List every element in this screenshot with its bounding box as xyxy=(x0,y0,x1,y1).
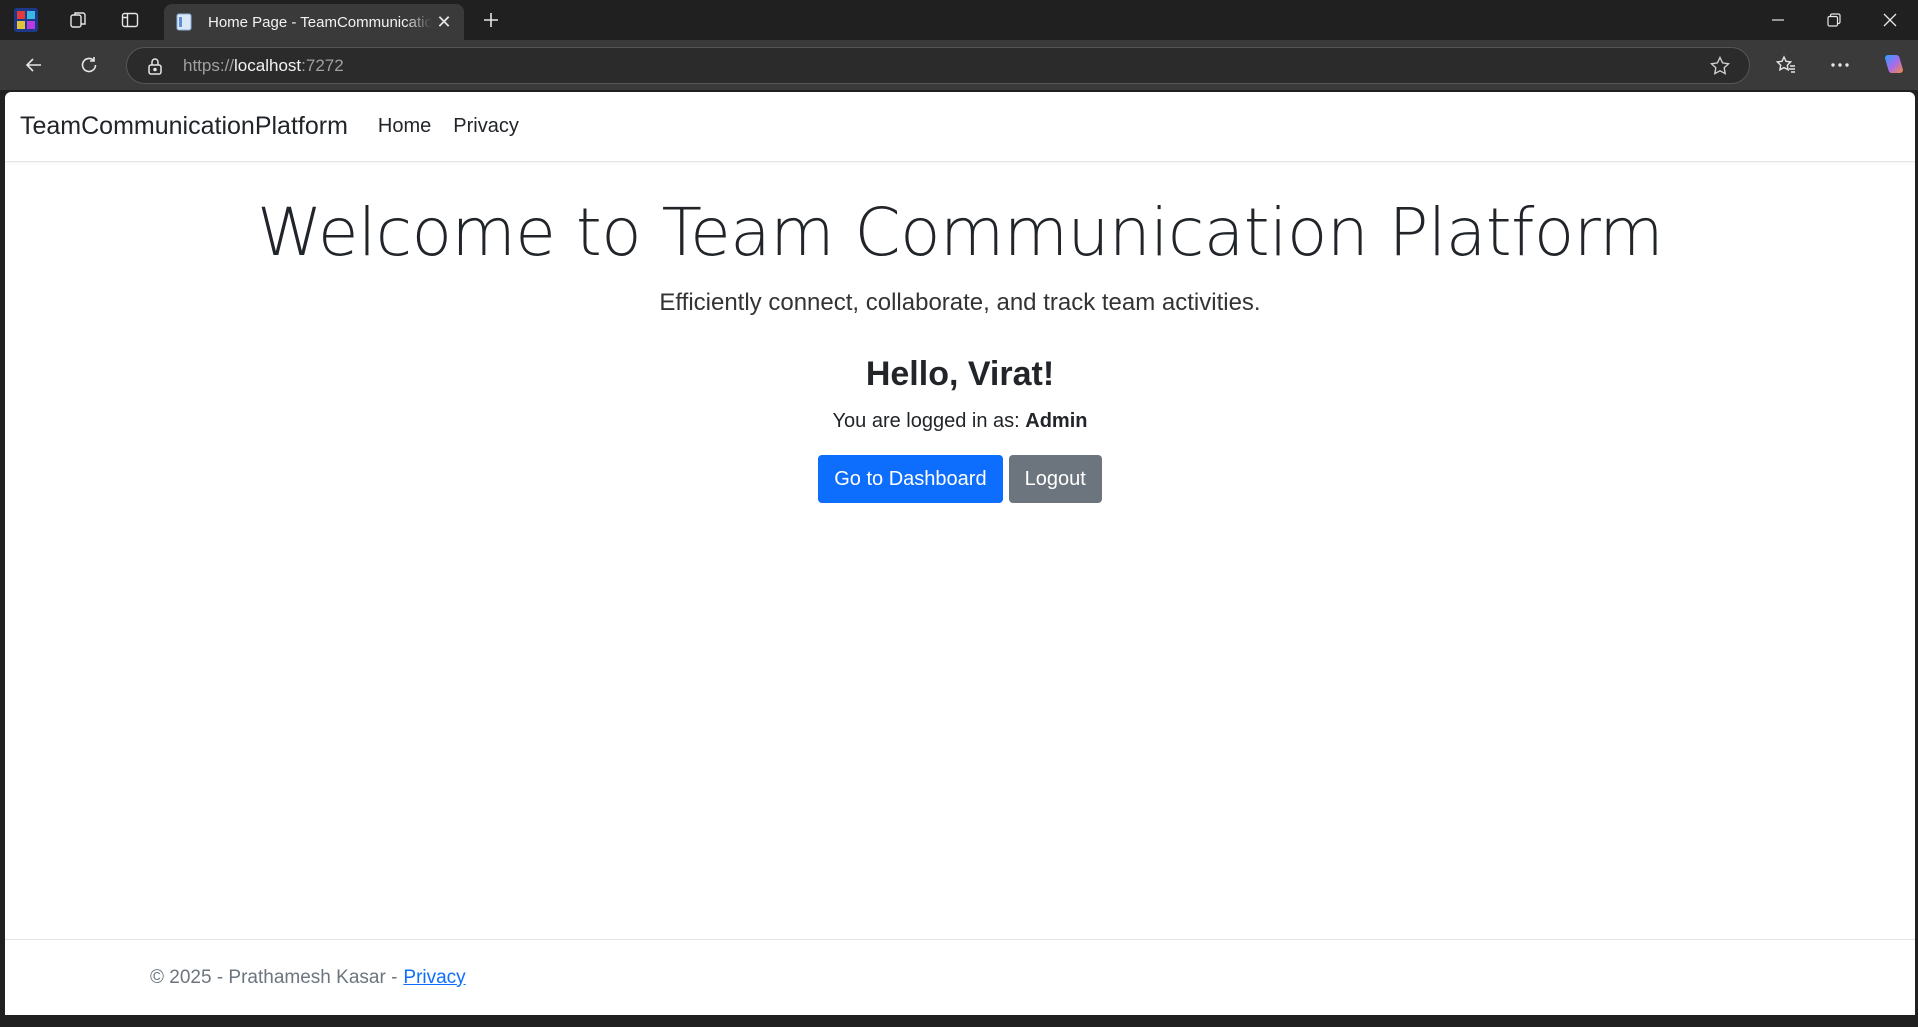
logout-button[interactable]: Logout xyxy=(1008,455,1102,503)
favorite-star-icon[interactable] xyxy=(1709,55,1731,77)
url-scheme: https:// xyxy=(183,55,235,75)
window-bottom-edge xyxy=(0,1015,1918,1027)
role-line: You are logged in as: Admin xyxy=(5,410,1915,433)
browser-toolbar: https://localhost:7272 xyxy=(0,40,1918,90)
site-brand-link[interactable]: TeamCommunicationPlatform xyxy=(20,112,348,141)
greeting-heading: Hello, Virat! xyxy=(865,355,1055,393)
back-arrow-icon[interactable] xyxy=(16,49,52,81)
address-bar[interactable]: https://localhost:7272 xyxy=(126,47,1750,84)
page-title: Welcome to Team Communication Platform xyxy=(256,194,1664,271)
page-viewport: TeamCommunicationPlatform Home Privacy W… xyxy=(5,92,1915,1015)
tab-close-icon[interactable]: ✕ xyxy=(434,12,454,33)
main-content: Welcome to Team Communication Platform E… xyxy=(5,194,1915,503)
lock-icon[interactable] xyxy=(145,56,165,76)
url-port: :7272 xyxy=(301,55,344,75)
browser-titlebar: Home Page - TeamCommunicationPlatform ✕ xyxy=(0,0,1918,40)
reload-icon[interactable] xyxy=(71,49,107,81)
action-buttons: Go to Dashboard Logout xyxy=(5,455,1915,503)
favorites-icon[interactable] xyxy=(1768,49,1804,81)
tab-title: Home Page - TeamCommunicationPlatform xyxy=(208,13,432,31)
close-window-icon[interactable] xyxy=(1862,0,1918,40)
go-to-dashboard-button[interactable]: Go to Dashboard xyxy=(818,455,1003,503)
footer-privacy-link[interactable]: Privacy xyxy=(403,967,465,989)
page-subtitle: Efficiently connect, collaborate, and tr… xyxy=(659,289,1261,316)
vertical-tabs-icon[interactable] xyxy=(112,6,148,34)
site-navbar: TeamCommunicationPlatform Home Privacy xyxy=(5,92,1915,162)
workspaces-icon[interactable] xyxy=(60,6,96,34)
footer-copyright: © 2025 - Prathamesh Kasar - xyxy=(150,966,398,988)
nav-link-privacy[interactable]: Privacy xyxy=(453,115,519,138)
page-favicon-icon xyxy=(174,12,194,32)
copilot-icon[interactable] xyxy=(1875,49,1911,81)
active-tab[interactable]: Home Page - TeamCommunicationPlatform ✕ xyxy=(164,4,464,40)
restore-icon[interactable] xyxy=(1806,0,1862,40)
role-prefix: You are logged in as: xyxy=(832,410,1020,432)
url-text[interactable]: https://localhost:7272 xyxy=(183,56,344,76)
role-value: Admin xyxy=(1025,410,1088,432)
url-host: localhost xyxy=(234,55,302,75)
site-footer: © 2025 - Prathamesh Kasar - Privacy xyxy=(5,939,1915,1015)
more-options-icon[interactable] xyxy=(1822,49,1858,81)
nav-link-home[interactable]: Home xyxy=(378,115,431,138)
new-tab-icon[interactable] xyxy=(474,6,508,34)
app-profile-icon[interactable] xyxy=(8,6,44,34)
minimize-icon[interactable] xyxy=(1750,0,1806,40)
